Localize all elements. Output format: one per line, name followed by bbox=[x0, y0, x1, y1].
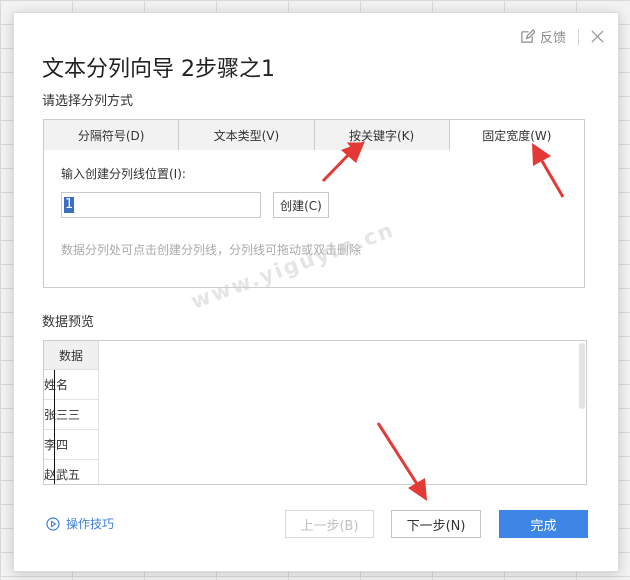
text-to-columns-dialog: 反馈 文本分列向导 2步骤之1 请选择分列方式 分隔符号(D) 文本类型(V) … bbox=[13, 12, 619, 572]
split-line-hint: 数据分列处可点击创建分列线，分列线可拖动或双击删除 bbox=[61, 243, 362, 257]
tab-text-type[interactable]: 文本类型(V) bbox=[179, 119, 315, 151]
play-circle-icon bbox=[46, 516, 60, 531]
split-position-label: 输入创建分列线位置(I): bbox=[61, 167, 186, 181]
split-method-tabs: 分隔符号(D) 文本类型(V) 按关键字(K) 固定宽度(W) bbox=[43, 119, 585, 151]
preview-row: 李四 bbox=[44, 430, 99, 460]
tab-keyword[interactable]: 按关键字(K) bbox=[314, 119, 450, 151]
edit-icon bbox=[521, 29, 535, 43]
previous-step-button[interactable]: 上一步(B) bbox=[285, 510, 374, 538]
preview-row: 张三三 bbox=[44, 400, 99, 430]
operation-tips-link[interactable]: 操作技巧 bbox=[46, 515, 114, 532]
tab-fixed-width[interactable]: 固定宽度(W) bbox=[449, 119, 585, 151]
preview-scrollbar[interactable] bbox=[579, 343, 585, 409]
preview-column-header: 数据 bbox=[44, 341, 99, 370]
close-button[interactable] bbox=[591, 30, 604, 43]
operation-tips-label: 操作技巧 bbox=[66, 517, 115, 531]
finish-button[interactable]: 完成 bbox=[499, 510, 588, 538]
feedback-label: 反馈 bbox=[539, 31, 566, 46]
split-position-input[interactable] bbox=[61, 192, 261, 218]
data-preview-label: 数据预览 bbox=[42, 315, 95, 330]
split-line-marker[interactable] bbox=[54, 370, 55, 484]
data-preview-pane[interactable]: 数据 姓名 张三三 李四 赵武五 bbox=[43, 340, 587, 485]
create-split-line-button[interactable]: 创建(C) bbox=[273, 192, 329, 218]
split-method-label: 请选择分列方式 bbox=[42, 94, 134, 109]
feedback-button[interactable]: 反馈 bbox=[520, 27, 566, 46]
topbar-divider bbox=[578, 28, 579, 45]
close-icon bbox=[591, 30, 604, 43]
split-position-selected-text: 1 bbox=[64, 197, 75, 213]
dialog-title: 文本分列向导 2步骤之1 bbox=[42, 57, 275, 82]
fixed-width-panel: 输入创建分列线位置(I): 1 创建(C) 数据分列处可点击创建分列线，分列线可… bbox=[43, 150, 585, 288]
dialog-topbar: 反馈 bbox=[520, 27, 604, 46]
preview-row: 姓名 bbox=[44, 370, 99, 400]
preview-row: 赵武五 bbox=[44, 460, 99, 484]
next-step-button[interactable]: 下一步(N) bbox=[391, 510, 481, 538]
tab-delimiter[interactable]: 分隔符号(D) bbox=[43, 119, 180, 151]
